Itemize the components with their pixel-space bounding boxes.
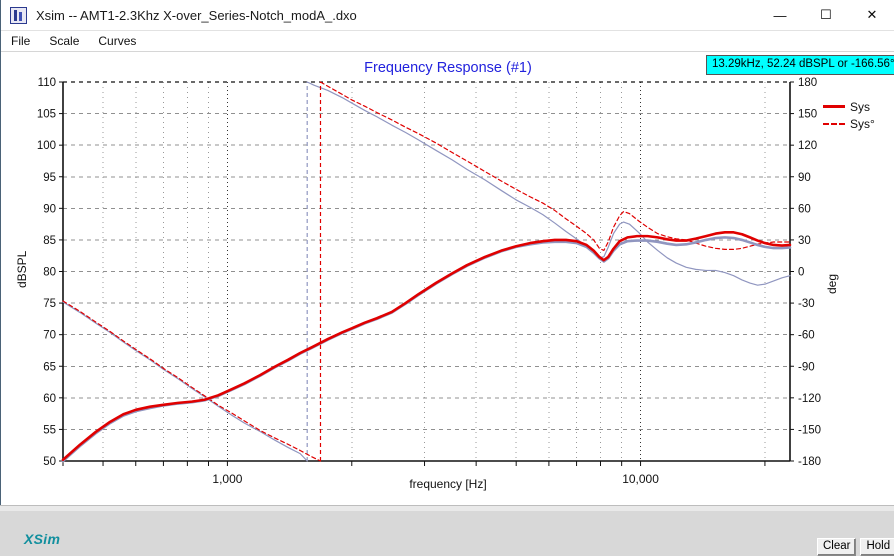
svg-text:150: 150 xyxy=(798,109,817,121)
hold-button[interactable]: Hold xyxy=(860,538,894,556)
svg-text:-90: -90 xyxy=(798,361,815,373)
legend-entry-sys[interactable]: Sys xyxy=(823,98,875,115)
window-controls: — ☐ ✕ xyxy=(757,0,894,30)
y-axis-left-label: dBSPL xyxy=(15,250,29,288)
xsim-logo: XSim xyxy=(24,531,61,547)
chart-client-area: 13.29kHz, 52.24 dBSPL or -166.56° Freque… xyxy=(1,52,894,556)
svg-text:60: 60 xyxy=(798,203,811,215)
legend: Sys Sys° xyxy=(823,98,875,132)
svg-text:100: 100 xyxy=(37,140,56,152)
svg-text:-60: -60 xyxy=(798,330,815,342)
x-axis-label: frequency [Hz] xyxy=(409,477,487,491)
svg-text:75: 75 xyxy=(43,298,56,310)
legend-swatch-dashed-icon xyxy=(823,122,845,125)
svg-text:60: 60 xyxy=(43,393,56,405)
svg-text:80: 80 xyxy=(43,267,56,279)
legend-swatch-solid-icon xyxy=(823,105,845,108)
svg-text:90: 90 xyxy=(43,203,56,215)
menu-bar: File Scale Curves xyxy=(1,31,894,52)
svg-text:-120: -120 xyxy=(798,393,821,405)
legend-label-sys: Sys xyxy=(850,99,871,114)
svg-text:65: 65 xyxy=(43,361,56,373)
svg-text:90: 90 xyxy=(798,172,811,184)
svg-text:-150: -150 xyxy=(798,424,821,436)
svg-text:70: 70 xyxy=(43,330,56,342)
xsim-app-icon xyxy=(10,6,27,24)
svg-text:105: 105 xyxy=(37,109,56,121)
legend-label-sys-phase: Sys° xyxy=(850,116,875,131)
minimize-icon[interactable]: — xyxy=(757,0,803,30)
plot-svg: 50 55 60 65 70 75 80 85 90 95 100 105 110 -180 -150 -12… xyxy=(37,77,821,486)
footer-buttons: Clear Hold xyxy=(813,538,894,556)
svg-text:-30: -30 xyxy=(798,298,815,310)
clear-button[interactable]: Clear xyxy=(817,538,857,556)
svg-text:120: 120 xyxy=(798,140,817,152)
window-title: Xsim -- AMT1-2.3Khz X-over_Series-Notch_… xyxy=(36,7,357,23)
menu-item-curves[interactable]: Curves xyxy=(89,32,145,50)
legend-entry-sys-phase[interactable]: Sys° xyxy=(823,115,875,132)
xsim-window: Xsim -- AMT1-2.3Khz X-over_Series-Notch_… xyxy=(0,0,894,556)
svg-text:85: 85 xyxy=(43,235,56,247)
close-icon[interactable]: ✕ xyxy=(849,0,894,30)
svg-text:-180: -180 xyxy=(798,456,821,468)
menu-item-file[interactable]: File xyxy=(2,32,39,50)
title-bar: Xsim -- AMT1-2.3Khz X-over_Series-Notch_… xyxy=(1,0,894,31)
svg-text:95: 95 xyxy=(43,172,56,184)
svg-text:30: 30 xyxy=(798,235,811,247)
svg-text:110: 110 xyxy=(38,77,56,89)
background-window-strip xyxy=(0,505,894,511)
maximize-icon[interactable]: ☐ xyxy=(803,0,849,30)
svg-text:180: 180 xyxy=(798,77,817,89)
y-axis-right-label: deg xyxy=(825,273,839,294)
svg-text:0: 0 xyxy=(798,267,804,279)
frequency-response-plot[interactable]: 50 55 60 65 70 75 80 85 90 95 100 105 110 -180 -150 -12… xyxy=(1,52,894,505)
menu-item-scale[interactable]: Scale xyxy=(40,32,88,50)
svg-text:55: 55 xyxy=(43,424,56,436)
svg-text:50: 50 xyxy=(43,456,56,468)
